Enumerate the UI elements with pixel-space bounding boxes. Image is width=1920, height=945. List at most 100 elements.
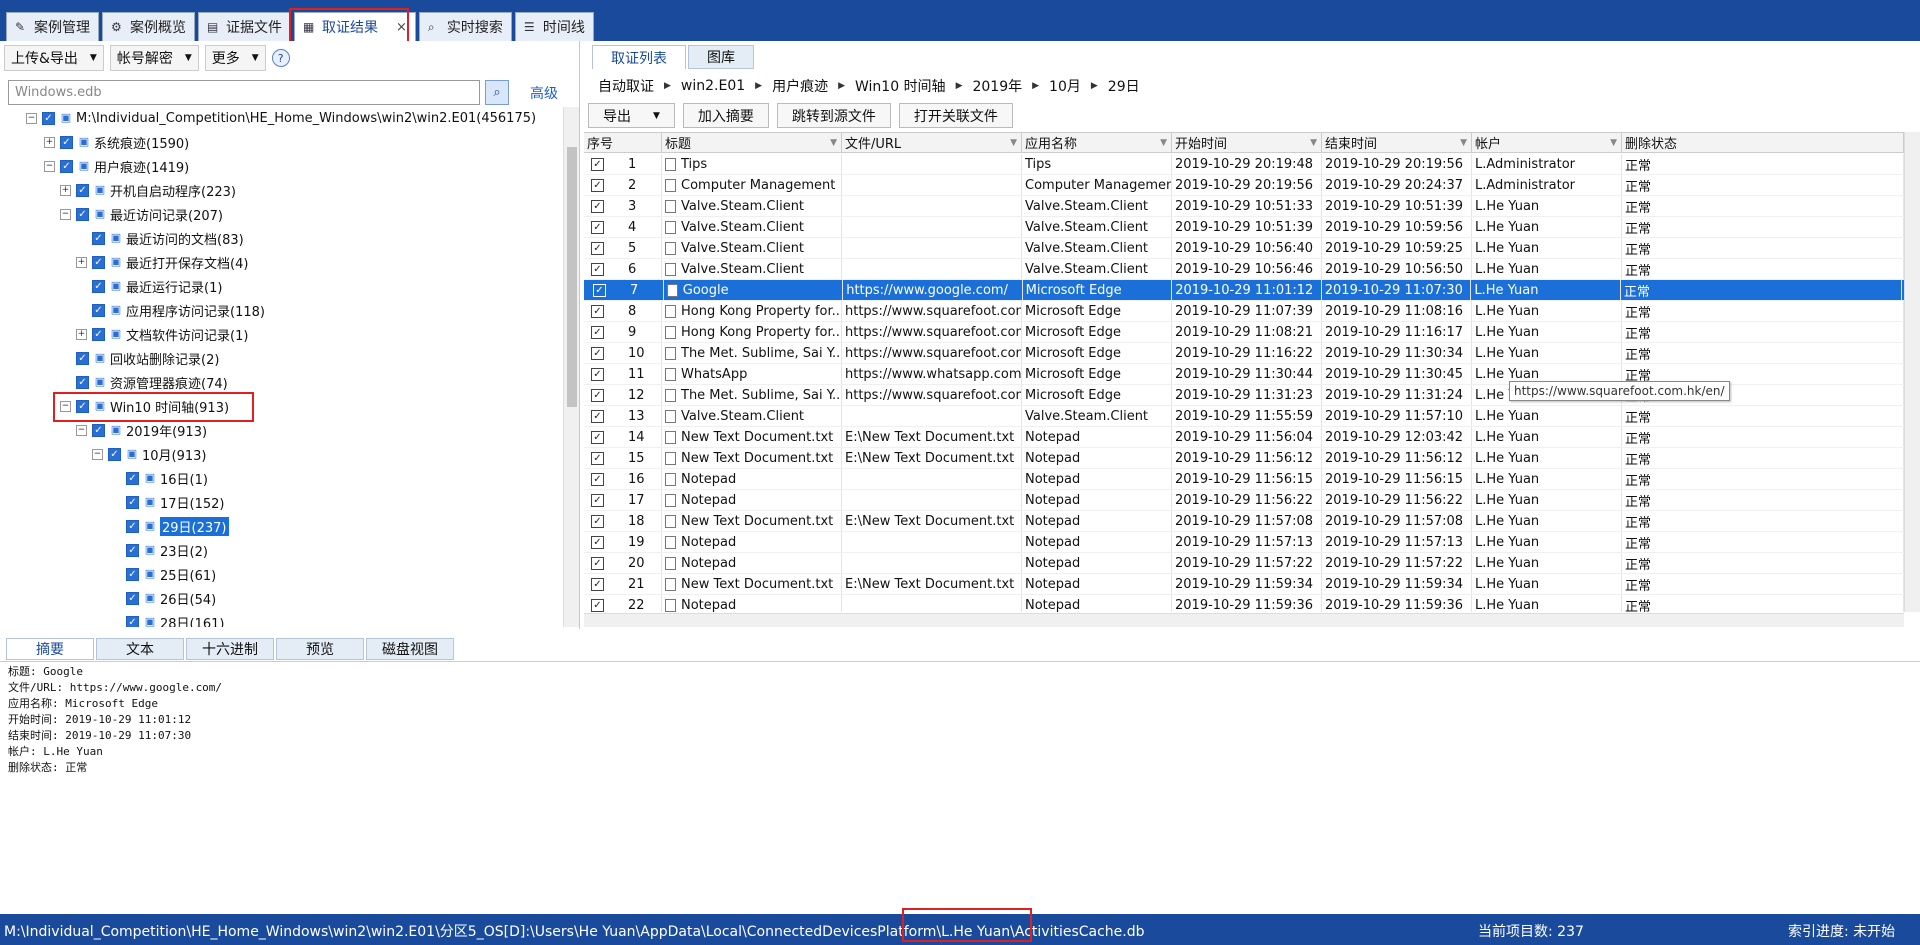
collapse-icon[interactable]: − [44, 160, 55, 172]
checkbox[interactable]: ✓ [126, 471, 139, 485]
table-vertical-scrollbar[interactable] [1904, 132, 1920, 612]
breadcrumb-item[interactable]: 10月 [1049, 76, 1081, 96]
tree-scrollbar-thumb[interactable] [567, 147, 577, 407]
tab-1[interactable]: ⚙ 案例概览 [102, 12, 195, 41]
search-button[interactable]: ⌕ [485, 80, 509, 105]
detail-tab-0[interactable]: 摘要 [6, 638, 94, 660]
checkbox[interactable]: ✓ [76, 375, 89, 389]
table-row[interactable]: ✓ 15 New Text Document.txt E:\New Text Docu… [584, 448, 1904, 469]
row-checkbox[interactable]: ✓ [591, 304, 604, 318]
table-row[interactable]: ✓ 2 Computer Management Computer Management… [584, 175, 1904, 196]
row-checkbox[interactable]: ✓ [591, 388, 604, 402]
checkbox[interactable]: ✓ [92, 255, 105, 269]
row-checkbox[interactable]: ✓ [591, 199, 604, 213]
open-related-button[interactable]: 打开关联文件 [898, 103, 1013, 128]
checkbox[interactable]: ✓ [92, 327, 105, 341]
filter-icon[interactable]: ▼ [1310, 138, 1317, 148]
table-row[interactable]: ✓ 3 Valve.Steam.Client Valve.Steam.Client 20… [584, 196, 1904, 217]
tree-node[interactable]: ✓ ▣ 23日(2) [110, 539, 208, 561]
column-header[interactable]: 标题 ▼ [662, 133, 842, 152]
column-header[interactable]: 开始时间 ▼ [1172, 133, 1322, 152]
tree-node[interactable]: − ✓ ▣ 2019年(913) [76, 419, 207, 441]
table-row[interactable]: ✓ 18 New Text Document.txt E:\New Text Docu… [584, 511, 1904, 532]
row-checkbox[interactable]: ✓ [591, 178, 604, 192]
result-tab-1[interactable]: 图库 [688, 45, 754, 69]
collapse-icon[interactable]: − [26, 112, 37, 124]
tree-node[interactable]: ✓ ▣ 最近访问的文档(83) [76, 227, 244, 249]
checkbox[interactable]: ✓ [42, 111, 55, 125]
breadcrumb-item[interactable]: 用户痕迹 [772, 76, 828, 96]
tree-node[interactable]: + ✓ ▣ 系统痕迹(1590) [44, 131, 189, 153]
tree-node[interactable]: + ✓ ▣ 最近打开保存文档(4) [76, 251, 248, 273]
table-row[interactable]: ✓ 4 Valve.Steam.Client Valve.Steam.Client 20… [584, 217, 1904, 238]
checkbox[interactable]: ✓ [126, 591, 139, 605]
table-row[interactable]: ✓ 7 Google https://www.google.com/Microsoft… [584, 280, 1904, 301]
row-checkbox[interactable]: ✓ [591, 493, 604, 507]
tree-node[interactable]: − ✓ ▣ M:\Individual_Competition\HE_Home_Win… [26, 107, 536, 129]
row-checkbox[interactable]: ✓ [591, 220, 604, 234]
table-row[interactable]: ✓ 1 Tips Tips 2019-10-29 20:19:48 2019-10-29 … [584, 154, 1904, 175]
table-row[interactable]: ✓ 20 Notepad Notepad 2019-10-29 11:57:22 2019… [584, 553, 1904, 574]
expand-icon[interactable]: + [60, 184, 71, 196]
filter-icon[interactable]: ▼ [1010, 138, 1017, 148]
column-header[interactable]: 删除状态 [1622, 133, 1904, 152]
expand-icon[interactable]: + [76, 256, 87, 268]
row-checkbox[interactable]: ✓ [591, 451, 604, 465]
upload-export-dropdown[interactable]: 上传&导出 ▼ [4, 45, 104, 71]
detail-tab-2[interactable]: 十六进制 [186, 638, 274, 660]
table-row[interactable]: ✓ 9 Hong Kong Property for... https://www.s… [584, 322, 1904, 343]
row-checkbox[interactable]: ✓ [591, 535, 604, 549]
table-row[interactable]: ✓ 16 Notepad Notepad 2019-10-29 11:56:15 2019… [584, 469, 1904, 490]
tab-5[interactable]: ☰ 时间线 [514, 12, 594, 41]
collapse-icon[interactable]: − [60, 208, 71, 220]
expand-icon[interactable]: + [44, 136, 55, 148]
table-row[interactable]: ✓ 5 Valve.Steam.Client Valve.Steam.Client 20… [584, 238, 1904, 259]
table-row[interactable]: ✓ 10 The Met. Sublime, Sai Y... https://www… [584, 343, 1904, 364]
row-checkbox[interactable]: ✓ [591, 598, 604, 612]
table-row[interactable]: ✓ 8 Hong Kong Property for... https://www.s… [584, 301, 1904, 322]
tree-node[interactable]: ✓ ▣ 最近运行记录(1) [76, 275, 222, 297]
table-row[interactable]: ✓ 17 Notepad Notepad 2019-10-29 11:56:22 2019… [584, 490, 1904, 511]
breadcrumb-item[interactable]: 2019年 [972, 76, 1022, 96]
checkbox[interactable]: ✓ [76, 399, 89, 413]
tree-node[interactable]: ✓ ▣ 29日(237) [110, 515, 229, 537]
row-checkbox[interactable]: ✓ [591, 346, 604, 360]
column-header[interactable]: 序号 [584, 133, 662, 152]
breadcrumb-item[interactable]: 29日 [1108, 76, 1140, 96]
row-checkbox[interactable]: ✓ [591, 367, 604, 381]
close-icon[interactable]: × [396, 20, 407, 35]
row-checkbox[interactable]: ✓ [591, 556, 604, 570]
account-decrypt-dropdown[interactable]: 帐号解密 ▼ [109, 45, 199, 71]
checkbox[interactable]: ✓ [126, 519, 139, 533]
row-checkbox[interactable]: ✓ [591, 430, 604, 444]
row-checkbox[interactable]: ✓ [591, 241, 604, 255]
checkbox[interactable]: ✓ [92, 423, 105, 437]
breadcrumb-item[interactable]: Win10 时间轴 [855, 76, 946, 96]
row-checkbox[interactable]: ✓ [591, 157, 604, 171]
table-row[interactable]: ✓ 6 Valve.Steam.Client Valve.Steam.Client 20… [584, 259, 1904, 280]
tree-node[interactable]: ✓ ▣ 回收站删除记录(2) [60, 347, 219, 369]
tree-node[interactable]: ✓ ▣ 资源管理器痕迹(74) [60, 371, 228, 393]
help-icon[interactable]: ? [271, 49, 290, 67]
column-header[interactable]: 帐户 ▼ [1472, 133, 1622, 152]
tree-scrollbar[interactable] [563, 107, 579, 627]
tree-node[interactable]: − ✓ ▣ 用户痕迹(1419) [44, 155, 189, 177]
table-row[interactable]: ✓ 14 New Text Document.txt E:\New Text Docu… [584, 427, 1904, 448]
tree-node[interactable]: + ✓ ▣ 开机自启动程序(223) [60, 179, 236, 201]
row-checkbox[interactable]: ✓ [591, 262, 604, 276]
detail-tab-1[interactable]: 文本 [96, 638, 184, 660]
filter-icon[interactable]: ▼ [1160, 138, 1167, 148]
checkbox[interactable]: ✓ [126, 615, 139, 627]
checkbox[interactable]: ✓ [126, 567, 139, 581]
table-row[interactable]: ✓ 22 Notepad Notepad 2019-10-29 11:59:36 2019… [584, 595, 1904, 612]
more-dropdown[interactable]: 更多 ▼ [204, 45, 266, 71]
row-checkbox[interactable]: ✓ [591, 409, 604, 423]
add-summary-button[interactable]: 加入摘要 [682, 103, 769, 128]
tree-node[interactable]: − ✓ ▣ 10月(913) [92, 443, 207, 465]
checkbox[interactable]: ✓ [126, 495, 139, 509]
tree-node[interactable]: ✓ ▣ 26日(54) [110, 587, 216, 609]
export-dropdown[interactable]: 导出 ▼ [588, 103, 675, 128]
tab-3[interactable]: ▦ 取证结果 × [294, 12, 416, 41]
checkbox[interactable]: ✓ [92, 279, 105, 293]
breadcrumb-item[interactable]: win2.E01 [681, 78, 745, 94]
